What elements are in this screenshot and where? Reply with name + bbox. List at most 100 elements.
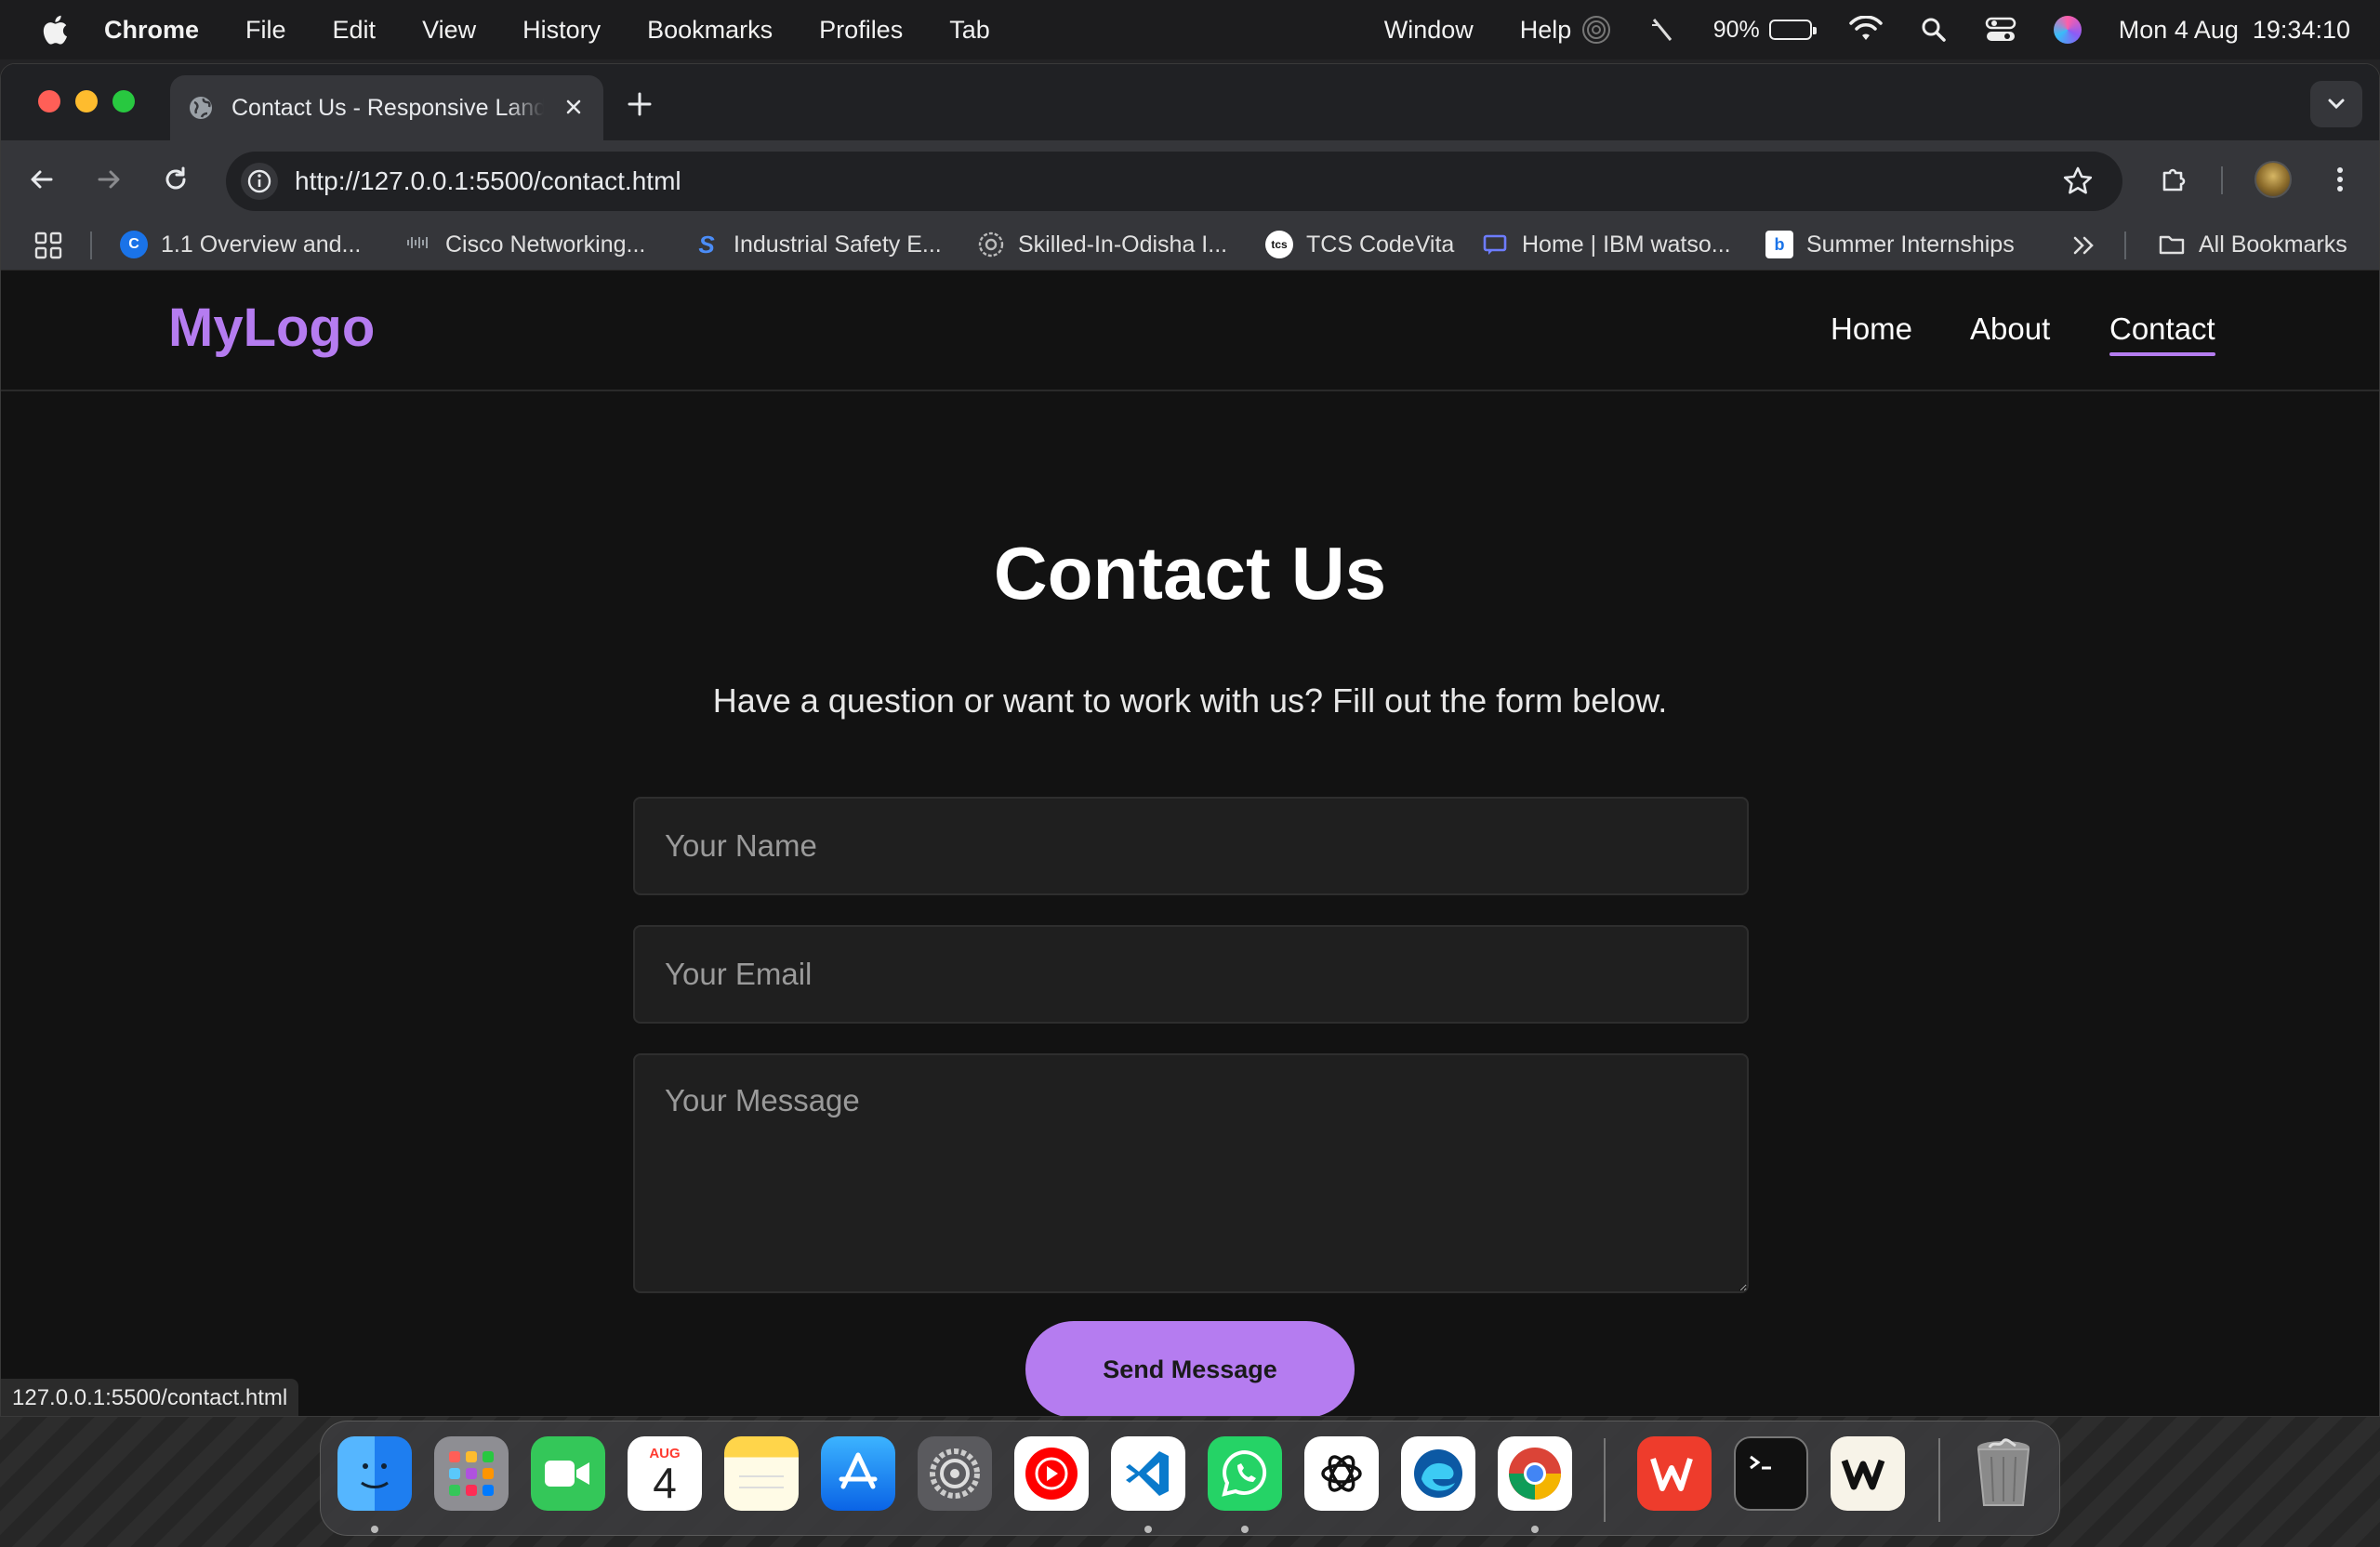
all-bookmarks-button[interactable]: All Bookmarks: [2158, 228, 2347, 261]
menu-app-name[interactable]: Chrome: [104, 16, 199, 45]
chat-bubble-icon: [1222, 1449, 1267, 1497]
chrome-menu-button[interactable]: [2321, 161, 2359, 198]
bookmarks-bar: C 1.1 Overview and... Cisco Networking..…: [1, 218, 2379, 271]
chevron-double-right-icon[interactable]: [2072, 235, 2095, 256]
app-store-a-icon: [839, 1452, 878, 1489]
nav-link-home[interactable]: Home: [1831, 311, 1912, 347]
tcs-icon: tcs: [1265, 231, 1293, 258]
chevron-down-icon: [2328, 99, 2345, 110]
back-button[interactable]: [23, 161, 60, 198]
menu-tab[interactable]: Tab: [949, 16, 990, 45]
arrow-right-icon: [98, 170, 120, 189]
wps-office-icon[interactable]: [1637, 1436, 1712, 1511]
bookmark-item[interactable]: C 1.1 Overview and...: [120, 228, 361, 261]
siri-icon[interactable]: [2053, 16, 2082, 44]
battery-icon: [1768, 20, 1817, 40]
bookmark-label: Cisco Networking...: [445, 231, 646, 258]
menu-file[interactable]: File: [245, 16, 286, 45]
minimize-window-button[interactable]: [75, 90, 98, 112]
spotlight-search-icon[interactable]: [1920, 16, 1948, 44]
bookmark-item[interactable]: Cisco Networking...: [404, 228, 645, 261]
battery-status[interactable]: 90%: [1713, 17, 1817, 44]
bookmark-label: TCS CodeVita: [1306, 231, 1455, 258]
nav-link-contact[interactable]: Contact: [2109, 311, 2215, 356]
menu-view[interactable]: View: [422, 16, 476, 45]
zoom-window-button[interactable]: [112, 90, 135, 112]
menu-bookmarks[interactable]: Bookmarks: [647, 16, 773, 45]
launchpad-icon[interactable]: [434, 1436, 509, 1511]
bookmark-item[interactable]: Home | IBM watso...: [1481, 228, 1731, 261]
new-tab-plus-icon[interactable]: [624, 88, 655, 120]
extensions-button[interactable]: [2156, 161, 2193, 198]
notes-lines-icon: [739, 1475, 784, 1488]
menu-clock[interactable]: Mon 4 Aug 19:34:10: [2119, 16, 2350, 45]
app-store-icon[interactable]: [821, 1436, 895, 1511]
vscode-icon[interactable]: [1111, 1436, 1185, 1511]
menu-bar: Chrome File Edit View History Bookmarks …: [0, 0, 2380, 60]
address-bar[interactable]: http://127.0.0.1:5500/contact.html: [226, 152, 2122, 211]
message-textarea[interactable]: [633, 1053, 1749, 1293]
dock: AUG 4: [320, 1421, 2060, 1536]
page-title: Contact Us: [993, 532, 1387, 615]
whatsapp-icon[interactable]: [1208, 1436, 1282, 1511]
forward-button[interactable]: [90, 161, 127, 198]
tab-contact-us[interactable]: Contact Us - Responsive Landing: [170, 75, 603, 140]
youtube-music-icon[interactable]: [1014, 1436, 1089, 1511]
send-message-button[interactable]: Send Message: [1025, 1321, 1355, 1416]
edge-icon[interactable]: [1401, 1436, 1475, 1511]
browser-toolbar: http://127.0.0.1:5500/contact.html: [1, 140, 2379, 218]
menu-history[interactable]: History: [522, 16, 601, 45]
chatgpt-icon[interactable]: [1304, 1436, 1379, 1511]
bookmark-item[interactable]: Skilled-In-Odisha I...: [977, 228, 1227, 261]
notes-icon[interactable]: [724, 1436, 799, 1511]
terminal-prompt-icon: [1750, 1455, 1771, 1470]
apple-logo-icon[interactable]: [39, 13, 69, 46]
profile-avatar[interactable]: [2254, 161, 2292, 198]
magic-wand-icon[interactable]: [1648, 16, 1676, 44]
trash-icon[interactable]: [1966, 1436, 2041, 1511]
s-badge-icon: S: [698, 230, 715, 258]
airdrop-icon[interactable]: [1581, 15, 1611, 45]
control-center-icon[interactable]: [1985, 16, 2016, 44]
apps-grid-icon[interactable]: [34, 231, 62, 259]
name-input[interactable]: [633, 797, 1749, 895]
bookmark-label: Home | IBM watso...: [1522, 231, 1731, 258]
warp-w-icon: [1841, 1459, 1885, 1490]
nav-link-about[interactable]: About: [1970, 311, 2050, 347]
chrome-icon[interactable]: [1498, 1436, 1572, 1511]
menu-edit[interactable]: Edit: [333, 16, 377, 45]
url-text[interactable]: http://127.0.0.1:5500/contact.html: [295, 166, 681, 196]
close-window-button[interactable]: [38, 90, 60, 112]
bookmark-item[interactable]: S Industrial Safety E...: [693, 228, 941, 261]
reload-icon: [165, 166, 186, 190]
menu-profiles[interactable]: Profiles: [819, 16, 903, 45]
wifi-icon[interactable]: [1849, 16, 1883, 44]
more-vertical-icon: [2337, 167, 2343, 192]
system-settings-icon[interactable]: [918, 1436, 992, 1511]
warp-icon[interactable]: [1831, 1436, 1905, 1511]
calendar-icon[interactable]: AUG 4: [628, 1436, 702, 1511]
bookmarks-divider: [2124, 231, 2126, 259]
arrow-left-icon: [31, 170, 53, 189]
status-bubble: 127.0.0.1:5500/contact.html: [1, 1379, 299, 1416]
all-bookmarks-label: All Bookmarks: [2199, 231, 2347, 258]
menu-window[interactable]: Window: [1384, 16, 1474, 45]
openai-knot-icon: [1321, 1455, 1362, 1492]
cisco-icon: [407, 237, 428, 248]
bookmark-star-icon[interactable]: [2061, 165, 2095, 198]
globe-icon: [190, 97, 212, 119]
tab-search-button[interactable]: [2310, 81, 2362, 127]
bookmark-item[interactable]: tcs TCS CodeVita: [1265, 228, 1454, 261]
c-badge-icon: C: [120, 231, 148, 258]
finder-icon[interactable]: [337, 1436, 412, 1511]
email-input[interactable]: [633, 925, 1749, 1024]
site-logo[interactable]: MyLogo: [168, 297, 375, 359]
vscode-logo-icon: [1126, 1451, 1169, 1496]
site-info-button[interactable]: [241, 163, 278, 200]
close-tab-icon[interactable]: [561, 94, 587, 120]
facetime-icon[interactable]: [531, 1436, 605, 1511]
reload-button[interactable]: [157, 161, 194, 198]
running-indicator: [1144, 1526, 1152, 1533]
terminal-icon[interactable]: [1734, 1436, 1808, 1511]
bookmark-item[interactable]: b Summer Internships: [1765, 228, 2015, 261]
